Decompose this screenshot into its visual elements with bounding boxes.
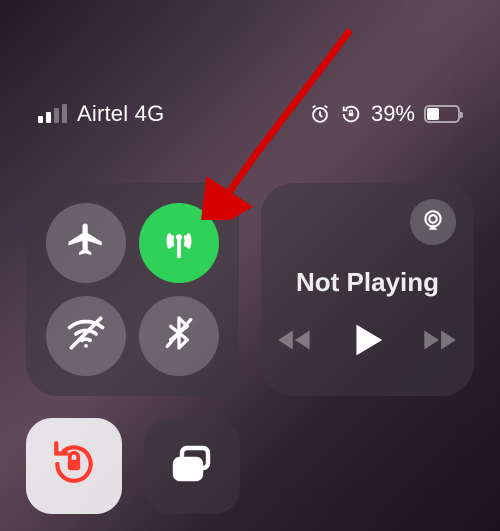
wifi-button[interactable] [46,296,126,376]
wifi-off-icon [64,311,108,360]
airplay-icon [420,207,446,238]
bluetooth-button[interactable] [139,296,219,376]
connectivity-tile[interactable] [26,183,239,396]
airplane-mode-button[interactable] [46,203,126,283]
bluetooth-off-icon [159,313,199,358]
secondary-row [26,418,240,514]
battery-percent: 39% [371,101,415,127]
play-button[interactable] [352,322,384,358]
cellular-data-button[interactable] [139,203,219,283]
status-left: Airtel 4G [38,101,164,127]
alarm-icon [309,103,331,125]
status-bar: Airtel 4G 39% [0,0,500,140]
media-title: Not Playing [279,267,456,298]
cellular-signal-icon [38,105,67,123]
forward-button[interactable] [418,325,460,355]
media-tile[interactable]: Not Playing [261,183,474,396]
cellular-antenna-icon [156,218,202,269]
control-center-row: Not Playing [26,183,474,396]
battery-fill [427,108,439,120]
rewind-button[interactable] [276,325,318,355]
carrier-label: Airtel 4G [77,101,164,127]
status-right: 39% [309,101,460,127]
orientation-lock-status-icon [340,103,362,125]
airplane-icon [65,220,107,267]
orientation-lock-icon [49,439,99,494]
media-controls [279,322,456,358]
screen-mirroring-icon [168,440,216,493]
orientation-lock-tile[interactable] [26,418,122,514]
screen-mirroring-tile[interactable] [144,418,240,514]
battery-icon [424,105,460,123]
airplay-button[interactable] [410,199,456,245]
